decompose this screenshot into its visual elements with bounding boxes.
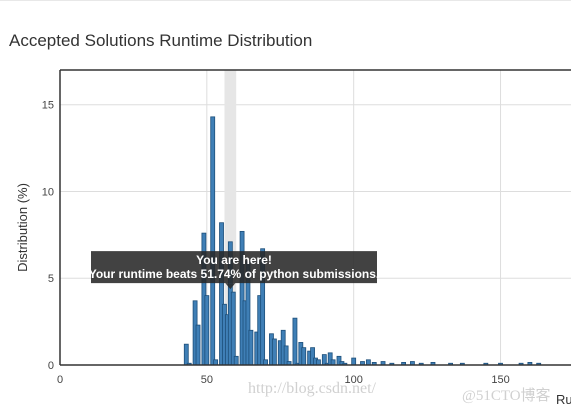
grid-layer — [60, 70, 571, 365]
bar — [271, 338, 277, 366]
bar — [233, 355, 239, 366]
bar — [230, 291, 236, 366]
bar — [248, 329, 254, 366]
y-tick-label: 15 — [42, 100, 54, 112]
bar-layer — [183, 116, 542, 366]
bar — [316, 359, 321, 366]
bar — [330, 359, 336, 366]
bar — [183, 343, 189, 366]
bar — [195, 324, 201, 366]
bar — [301, 347, 307, 366]
tooltip-line-1: You are here! — [196, 253, 272, 267]
watermark-url: http://blog.csdn.net/ — [248, 380, 376, 397]
watermark-mark: @51CTO博客 — [462, 388, 551, 404]
bar — [263, 359, 268, 366]
bar — [365, 359, 371, 366]
bar — [213, 359, 219, 366]
y-tick-label: 10 — [42, 186, 54, 198]
axis-layer — [59, 69, 571, 366]
y-tick-label: 0 — [48, 360, 54, 372]
runtime-distribution-chart: 0510150 50 100 150 Distribution (%) Ru You … — [15, 69, 571, 407]
you-are-here-tooltip: You are here! Your runtime beats 51.74% … — [89, 251, 380, 290]
tooltip-line-2: Your runtime beats 51.74% of python subm… — [89, 267, 380, 281]
x-axis-title: Ru — [556, 392, 571, 407]
bar — [292, 317, 298, 366]
x-tick-label: 0 — [57, 374, 63, 386]
bar — [204, 295, 210, 366]
y-axis-title: Distribution (%) — [15, 183, 30, 272]
x-tick-label: 50 — [201, 374, 213, 386]
bar — [210, 116, 216, 366]
y-tick-label: 5 — [48, 273, 54, 285]
bar — [351, 357, 357, 366]
